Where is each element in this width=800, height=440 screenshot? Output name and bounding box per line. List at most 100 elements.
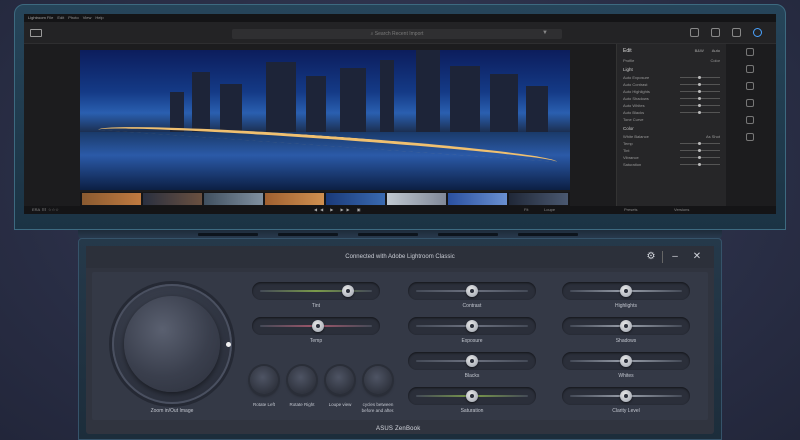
menu-photo[interactable]: Photo <box>68 14 78 22</box>
screenpad-header: Connected with Adobe Lightroom Classic <box>86 246 714 268</box>
filmstrip-thumb[interactable] <box>204 193 263 205</box>
zoom-dial[interactable] <box>112 284 232 404</box>
menu-help[interactable]: Help <box>95 14 103 22</box>
filmstrip-thumb[interactable] <box>265 193 324 205</box>
share-icon[interactable] <box>711 28 720 37</box>
tone-curve-label[interactable]: Tone Curve <box>623 117 643 122</box>
contrast-slider[interactable] <box>408 282 536 300</box>
help-icon[interactable] <box>732 28 741 37</box>
slider-knob[interactable] <box>466 285 478 297</box>
clarity-slider[interactable] <box>562 387 690 405</box>
wb-value[interactable]: As Shot <box>706 134 720 139</box>
bottom-left-label[interactable]: ⵏⵏⵏ <box>42 207 46 212</box>
versions-button[interactable]: Versions <box>674 206 689 214</box>
minimize-icon[interactable]: – <box>670 252 680 262</box>
slider-knob[interactable] <box>466 320 478 332</box>
color-row[interactable]: Temp <box>623 140 720 147</box>
profile-value[interactable]: Color <box>710 58 720 63</box>
filmstrip-thumb[interactable] <box>143 193 202 205</box>
color-row[interactable]: Vibrance <box>623 154 720 161</box>
light-section-header[interactable]: Light <box>623 67 720 72</box>
temp-label: Temp <box>309 338 323 344</box>
skyline-building <box>192 72 210 132</box>
control-panel: Zoom in/Out Image Rotate Left Rotate Rig… <box>92 272 708 420</box>
playback-controls[interactable]: ◀◀ ▶ ▶▶ ▣ <box>314 206 364 214</box>
filmstrip-thumb[interactable] <box>509 193 568 205</box>
filter-icon[interactable]: ▼ <box>542 30 548 36</box>
rotate-left-button[interactable] <box>250 366 278 394</box>
view-mode-loupe[interactable]: Loupe <box>544 206 555 214</box>
saturation-slider[interactable] <box>408 387 536 405</box>
bottom-left-label[interactable]: ERA <box>32 207 40 212</box>
tint-slider[interactable] <box>252 282 380 300</box>
light-row[interactable]: Auto Highlights <box>623 88 720 95</box>
slider-knob[interactable] <box>466 390 478 402</box>
whites-slider[interactable] <box>562 352 690 370</box>
filmstrip-thumb[interactable] <box>82 193 141 205</box>
library-panel-icon[interactable] <box>30 29 42 37</box>
close-icon[interactable]: ✕ <box>692 252 702 262</box>
slider-knob[interactable] <box>620 285 632 297</box>
light-row[interactable]: Auto Blacks <box>623 109 720 116</box>
skyline-building <box>416 50 440 132</box>
menu-edit[interactable]: Edit <box>57 14 64 22</box>
crop-icon[interactable] <box>746 65 754 73</box>
contrast-label: Contrast <box>462 303 482 309</box>
tint-label: Tint <box>311 303 321 309</box>
saturation-label: Saturation <box>460 408 484 414</box>
gear-icon[interactable]: ⚙ <box>646 252 656 262</box>
skyline-building <box>340 68 366 132</box>
loupe-view-button[interactable] <box>326 366 354 394</box>
exposure-slider[interactable] <box>408 317 536 335</box>
radial-filter-icon[interactable] <box>746 133 754 141</box>
highlights-slider[interactable] <box>562 282 690 300</box>
zoom-dial-knob[interactable] <box>124 296 220 392</box>
filmstrip-thumb[interactable] <box>326 193 385 205</box>
skyline-building <box>266 62 296 132</box>
healing-brush-icon[interactable] <box>746 82 754 90</box>
menu-view[interactable]: View <box>83 14 92 22</box>
lightroom-toolbar: ⌕ Search Recent Import ▼ <box>24 22 776 44</box>
slider-knob[interactable] <box>342 285 355 297</box>
rotate-right-button[interactable] <box>288 366 316 394</box>
search-input[interactable]: ⌕ Search Recent Import <box>232 29 562 39</box>
slider-knob[interactable] <box>620 355 632 367</box>
presets-button[interactable]: Presets <box>624 206 638 214</box>
view-mode-fit[interactable]: Fit <box>524 206 528 214</box>
slider-knob[interactable] <box>620 320 632 332</box>
color-row[interactable]: Saturation <box>623 161 720 168</box>
slider-knob[interactable] <box>312 320 325 332</box>
cloud-sync-icon[interactable] <box>690 28 699 37</box>
auto-button[interactable]: Auto <box>712 48 720 53</box>
before-after-button[interactable] <box>364 366 392 394</box>
photo-preview[interactable] <box>80 50 570 190</box>
brush-icon[interactable] <box>746 99 754 107</box>
bottom-left-label[interactable]: ☆☆☆ <box>48 207 59 212</box>
edit-tools-column <box>730 48 770 141</box>
blacks-slider[interactable] <box>408 352 536 370</box>
filmstrip-thumb[interactable] <box>448 193 507 205</box>
screenpad: Connected with Adobe Lightroom Classic ⚙… <box>86 246 714 434</box>
hinge-vent <box>278 233 338 236</box>
menu-file[interactable]: File <box>47 14 53 22</box>
bw-button[interactable]: B&W <box>695 48 704 53</box>
light-row[interactable]: Auto Whites <box>623 102 720 109</box>
screenpad-title: Connected with Adobe Lightroom Classic <box>345 254 455 260</box>
light-row[interactable]: Auto Contrast <box>623 81 720 88</box>
edit-sliders-icon[interactable] <box>746 48 754 56</box>
bottom-bar: ERA ⵏⵏⵏ ☆☆☆ ◀◀ ▶ ▶▶ ▣ Fit Loupe Presets … <box>24 206 776 214</box>
light-row[interactable]: Auto Exposure <box>623 74 720 81</box>
color-section-header[interactable]: Color <box>623 126 720 131</box>
slider-track <box>260 290 372 292</box>
app-menu: File Edit Photo View Help <box>47 14 104 22</box>
shadows-slider[interactable] <box>562 317 690 335</box>
header-divider <box>662 251 663 263</box>
light-row[interactable]: Auto Shadows <box>623 95 720 102</box>
slider-knob[interactable] <box>466 355 478 367</box>
slider-knob[interactable] <box>620 390 632 402</box>
gradient-icon[interactable] <box>746 116 754 124</box>
filmstrip-thumb[interactable] <box>387 193 446 205</box>
color-row[interactable]: Tint <box>623 147 720 154</box>
temp-slider[interactable] <box>252 317 380 335</box>
account-icon[interactable] <box>753 28 762 37</box>
